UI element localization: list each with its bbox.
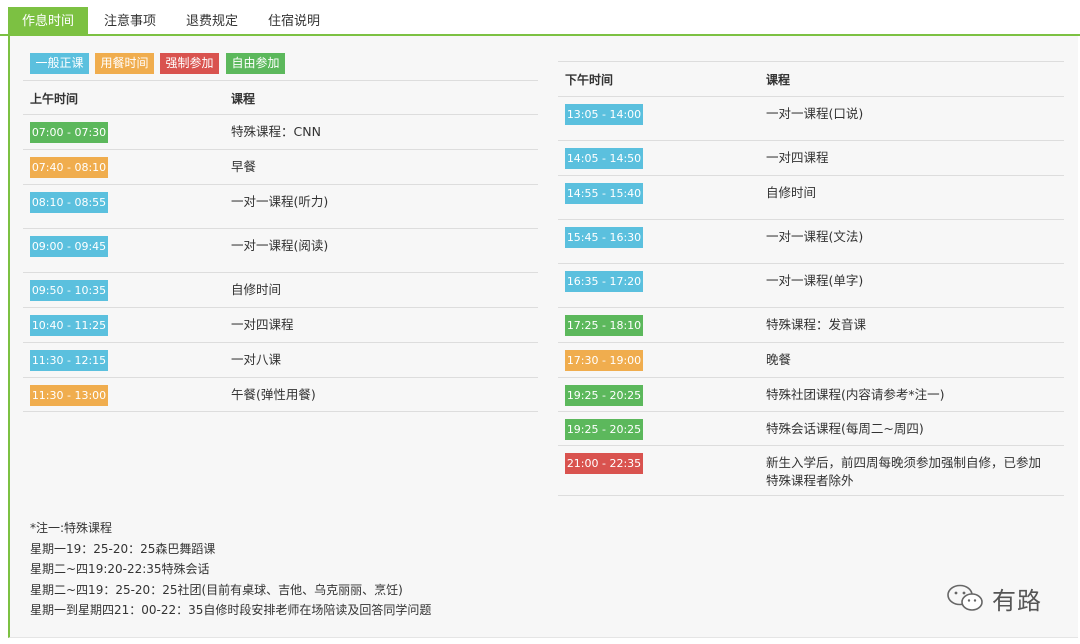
tab-accommodation[interactable]: 住宿说明 [256,7,332,36]
course-name: 特殊社团课程(内容请参考*注一) [766,387,945,402]
table-row: 19:25 - 20:25 特殊会话课程(每周二~周四) [558,411,1064,445]
morning-time-header: 上午时间 [30,92,79,106]
note-line: 星期一到星期四21：00-22：35自修时段安排老师在场陪读及回答同学问题 [30,603,432,617]
time-badge: 14:55 - 15:40 [565,183,643,204]
course-name: 一对四课程 [231,317,294,332]
time-badge: 15:45 - 16:30 [565,227,643,248]
course-name: 晚餐 [766,352,792,367]
wechat-icon [947,584,983,611]
time-badge: 11:30 - 12:15 [30,350,108,371]
table-row: 08:10 - 08:55 一对一课程(听力) [23,184,538,228]
time-badge: 14:05 - 14:50 [565,148,643,169]
tab-notices[interactable]: 注意事项 [92,7,168,36]
legend-meal-time: 用餐时间 [95,53,154,74]
table-row: 21:00 - 22:35 新生入学后，前四周每晚须参加强制自修，已参加特殊课程者… [558,445,1064,495]
course-name: 新生入学后，前四周每晚须参加强制自修，已参加特殊课程者除外 [766,455,1042,488]
table-row: 09:00 - 09:45 一对一课程(阅读) [23,228,538,272]
tab-bar: 作息时间 注意事项 退费规定 住宿说明 [0,0,1080,36]
note-line: 星期一19：25-20：25森巴舞蹈课 [30,541,216,556]
note-line: 星期二~四19:20-22:35特殊会话 [30,562,210,576]
time-badge: 13:05 - 14:00 [565,104,643,125]
afternoon-table-header: 下午时间 课程 [558,61,1064,96]
course-name: 自修时间 [766,185,817,200]
course-name: 一对一课程(阅读) [231,238,329,253]
time-badge: 07:40 - 08:10 [30,157,108,178]
notes-section: *注一:特殊课程 星期一19：25-20：25森巴舞蹈课 星期二~四19:20-… [30,518,431,621]
table-row: 16:35 - 17:20 一对一课程(单字) [558,263,1064,307]
table-row: 11:30 - 12:15 一对八课 [23,342,538,377]
course-name: 午餐(弹性用餐) [231,387,316,402]
time-badge: 09:50 - 10:35 [30,280,108,301]
tab-schedule[interactable]: 作息时间 [8,7,88,36]
time-badge: 17:25 - 18:10 [565,315,643,336]
course-name: 特殊课程：CNN [231,124,321,139]
table-row: 17:25 - 18:10 特殊课程：发音课 [558,307,1064,342]
time-badge: 19:25 - 20:25 [565,419,643,440]
table-row: 17:30 - 19:00 晚餐 [558,342,1064,377]
course-name: 自修时间 [231,282,282,297]
table-row: 14:05 - 14:50 一对四课程 [558,140,1064,175]
watermark-text: 有路 [992,586,1042,615]
legend-mandatory: 强制参加 [160,53,219,74]
morning-schedule-table: 上午时间 课程 07:00 - 07:30 特殊课程：CNN 07:40 - 08:… [23,80,538,412]
afternoon-time-header: 下午时间 [565,73,614,87]
course-name: 特殊课程：发音课 [766,317,867,332]
afternoon-course-header: 课程 [766,73,791,87]
table-row: 19:25 - 20:25 特殊社团课程(内容请参考*注一) [558,377,1064,411]
note-line: 星期二~四19：25-20：25社团(目前有桌球、吉他、乌克丽丽、烹饪) [30,582,403,597]
table-row: 07:40 - 08:10 早餐 [23,149,538,184]
time-badge: 09:00 - 09:45 [30,236,108,257]
course-name: 一对一课程(单字) [766,273,864,288]
morning-course-header: 课程 [231,92,256,106]
table-row: 14:55 - 15:40 自修时间 [558,175,1064,219]
time-badge: 17:30 - 19:00 [565,350,643,371]
note-title: *注一:特殊课程 [30,521,113,535]
watermark: 有路 [944,580,1042,616]
afternoon-schedule-table: 下午时间 课程 13:05 - 14:00 一对一课程(口说) 14:05 - 14… [558,61,1064,496]
legend-optional: 自由参加 [226,53,285,74]
time-badge: 10:40 - 11:25 [30,315,108,336]
table-row: 10:40 - 11:25 一对四课程 [23,307,538,342]
table-row: 07:00 - 07:30 特殊课程：CNN [23,114,538,149]
time-badge: 11:30 - 13:00 [30,385,108,406]
table-row: 11:30 - 13:00 午餐(弹性用餐) [23,377,538,411]
course-name: 一对一课程(口说) [766,106,864,121]
table-bottom-border [23,411,538,412]
time-badge: 19:25 - 20:25 [565,385,643,406]
course-name: 一对八课 [231,352,282,367]
time-badge: 08:10 - 08:55 [30,192,108,213]
morning-table-header: 上午时间 课程 [23,80,538,114]
table-row: 13:05 - 14:00 一对一课程(口说) [558,96,1064,140]
tab-refund-policy[interactable]: 退费规定 [174,7,250,36]
course-name: 一对四课程 [766,150,829,165]
table-bottom-border [558,495,1064,496]
time-badge: 16:35 - 17:20 [565,271,643,292]
course-name: 一对一课程(文法) [766,229,864,244]
schedule-panel: 一般正课 用餐时间 强制参加 自由参加 上午时间 课程 07:00 - 07:3… [8,36,1078,638]
time-badge: 21:00 - 22:35 [565,453,643,474]
table-row: 15:45 - 16:30 一对一课程(文法) [558,219,1064,263]
course-name: 早餐 [231,159,257,174]
table-row: 09:50 - 10:35 自修时间 [23,272,538,307]
time-badge: 07:00 - 07:30 [30,122,108,143]
course-name: 特殊会话课程(每周二~周四) [766,421,924,436]
legend-regular-class: 一般正课 [30,53,89,74]
course-name: 一对一课程(听力) [231,194,329,209]
